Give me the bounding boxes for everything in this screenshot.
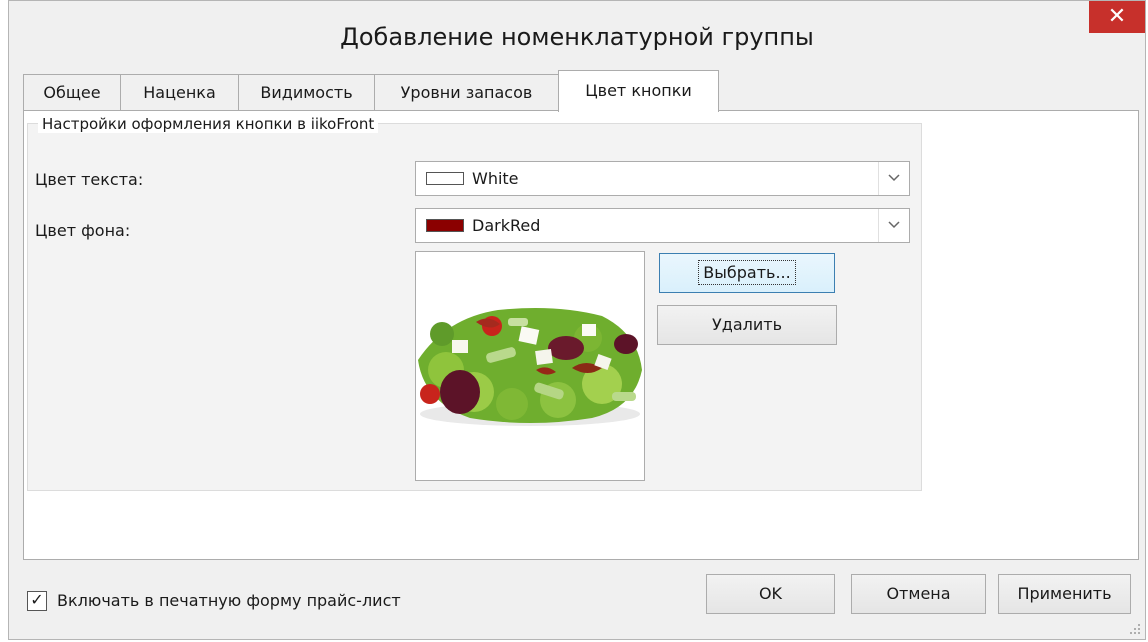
tab-general[interactable]: Общее <box>23 74 121 110</box>
salad-image <box>418 308 642 426</box>
bg-color-swatch <box>426 219 464 232</box>
choose-image-label: Выбрать... <box>698 260 796 285</box>
resize-grip-icon[interactable] <box>1129 623 1141 635</box>
tab-stock-levels[interactable]: Уровни запасов <box>374 74 559 110</box>
group-title: Настройки оформления кнопки в iikoFront <box>38 115 379 133</box>
include-price-list-label[interactable]: Включать в печатную форму прайс-лист <box>57 591 401 610</box>
tab-panel-button-color: Настройки оформления кнопки в iikoFront … <box>23 110 1139 560</box>
button-image-preview <box>415 251 645 481</box>
tab-button-color[interactable]: Цвет кнопки <box>558 70 719 112</box>
bg-color-select[interactable]: DarkRed <box>415 208 910 243</box>
chevron-down-icon[interactable] <box>878 162 909 195</box>
text-color-select[interactable]: White <box>415 161 910 196</box>
ok-button[interactable]: OK <box>706 574 835 614</box>
tab-markup[interactable]: Наценка <box>120 74 239 110</box>
bg-color-value: DarkRed <box>472 216 541 235</box>
text-color-value: White <box>472 169 519 188</box>
dialog-title: Добавление номенклатурной группы <box>340 23 814 51</box>
delete-image-button[interactable]: Удалить <box>657 305 837 345</box>
include-price-list-checkbox[interactable]: ✓ <box>27 591 47 611</box>
chevron-down-icon[interactable] <box>878 209 909 242</box>
cancel-button[interactable]: Отмена <box>851 574 986 614</box>
text-color-swatch <box>426 172 464 185</box>
dialog-window: Добавление номенклатурной группы ✕ Общее… <box>8 0 1146 640</box>
close-icon: ✕ <box>1107 4 1127 29</box>
button-appearance-group: Настройки оформления кнопки в iikoFront … <box>27 115 922 491</box>
close-button[interactable]: ✕ <box>1089 1 1145 33</box>
checkmark-icon: ✓ <box>30 592 44 609</box>
apply-button[interactable]: Применить <box>998 574 1131 614</box>
bg-color-label: Цвет фона: <box>35 221 131 240</box>
tab-visibility[interactable]: Видимость <box>238 74 375 110</box>
title-bar[interactable]: Добавление номенклатурной группы ✕ <box>9 1 1145 63</box>
choose-image-button[interactable]: Выбрать... <box>659 253 835 293</box>
text-color-label: Цвет текста: <box>35 170 144 189</box>
